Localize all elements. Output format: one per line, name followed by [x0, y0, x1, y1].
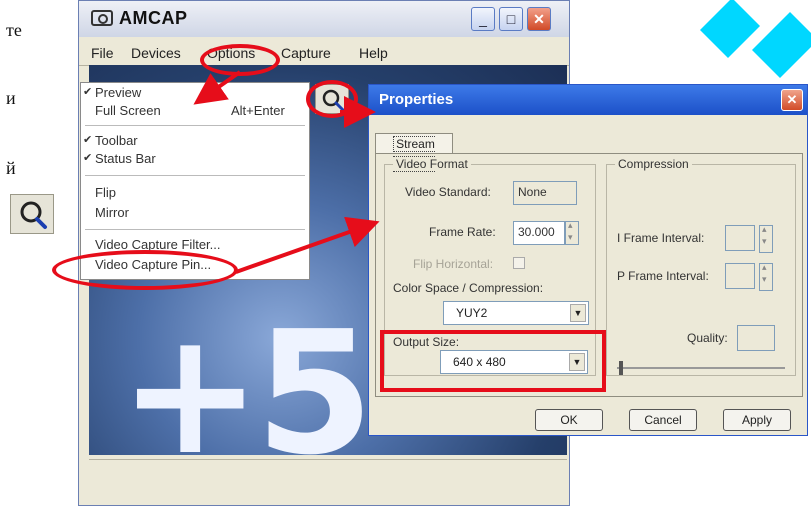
arrow-options-to-preview — [193, 70, 242, 105]
arrow-pin-to-dialog — [235, 216, 380, 274]
watermark-logo — [700, 0, 811, 78]
